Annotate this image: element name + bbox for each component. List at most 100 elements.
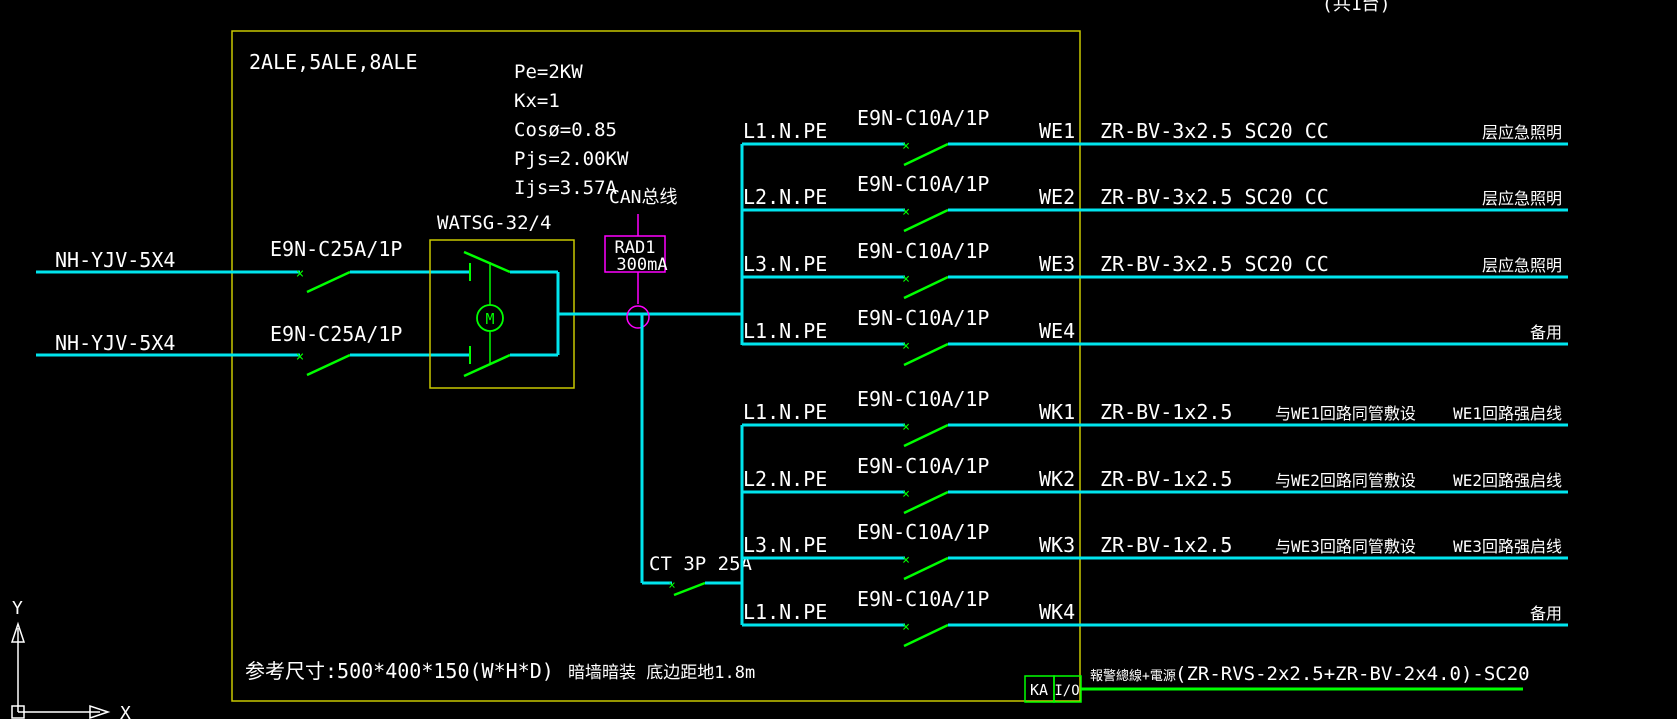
- circuit-phase: L2.N.PE: [743, 467, 827, 491]
- circuit-phase: L1.N.PE: [743, 319, 827, 343]
- top-cut-text: (共1台): [1322, 0, 1391, 15]
- param-cos: Cosø=0.85: [514, 119, 617, 141]
- breaker-cross-icon: ×: [296, 349, 304, 365]
- breaker-cross-icon: ×: [902, 487, 910, 502]
- circuit-id: WE1: [1039, 119, 1075, 143]
- circuit-cable: ZR-BV-1x2.5: [1100, 400, 1232, 424]
- breaker-switch-icon: [903, 142, 949, 167]
- breaker-cross-icon: ×: [296, 266, 304, 282]
- circuit-purpose: WE3回路强启线: [1453, 537, 1562, 556]
- circuit-breaker: E9N-C10A/1P: [857, 587, 989, 611]
- breaker-cross-icon: ×: [902, 339, 910, 354]
- circuit-cable: ZR-BV-3x2.5 SC20 CC: [1100, 252, 1329, 276]
- reference-size: 参考尺寸:500*400*150(W*H*D): [245, 659, 554, 683]
- breaker-cross-icon: ×: [902, 553, 910, 568]
- circuit-row: × L2.N.PE E9N-C10A/1P WE2 ZR-BV-3x2.5 SC20 C…: [742, 172, 1568, 233]
- breaker-cross-icon: ×: [668, 578, 675, 592]
- param-ijs: Ijs=3.57A: [514, 177, 618, 199]
- circuit-id: WE3: [1039, 252, 1075, 276]
- axis-y-label: Y: [12, 598, 23, 619]
- schematic-canvas: (共1台) 2ALE,5ALE,8ALE Pe=2KW Kx=1 Cosø=0.…: [10, 0, 1568, 719]
- param-pe: Pe=2KW: [514, 61, 583, 83]
- axis-x-label: X: [120, 703, 131, 719]
- can-label: CAN总线: [609, 187, 678, 208]
- circuit-purpose: 备用: [1530, 323, 1562, 342]
- circuit-purpose: WE2回路强启线: [1453, 471, 1562, 490]
- param-pjs: Pjs=2.00KW: [514, 148, 629, 170]
- circuit-row: × L2.N.PE E9N-C10A/1P WK2 ZR-BV-1x2.5 与WE2回路同…: [742, 454, 1568, 515]
- circuit-row: × L1.N.PE E9N-C10A/1P WK4 备用: [742, 587, 1568, 648]
- circuit-purpose: 备用: [1530, 604, 1562, 623]
- circuit-cable: ZR-BV-3x2.5 SC20 CC: [1100, 119, 1329, 143]
- circuit-breaker: E9N-C10A/1P: [857, 454, 989, 478]
- breaker-cross-icon: ×: [902, 420, 910, 435]
- breaker-switch-icon: [903, 275, 949, 300]
- incoming-feeder-1: NH-YJV-5X4 E9N-C25A/1P ×: [36, 237, 470, 294]
- panel-params: Pe=2KW Kx=1 Cosø=0.85 Pjs=2.00KW Ijs=3.5…: [514, 61, 629, 199]
- breaker-cross-icon: ×: [902, 272, 910, 287]
- breaker-switch-icon: [903, 490, 949, 515]
- breaker-cross-icon: ×: [902, 620, 910, 635]
- circuit-breaker: E9N-C10A/1P: [857, 239, 989, 263]
- circuit-id: WE2: [1039, 185, 1075, 209]
- alarm-cable: (ZR-RVS-2x2.5+ZR-BV-2x4.0)-SC20: [1175, 663, 1530, 685]
- circuit-id: WK4: [1039, 600, 1075, 624]
- circuit-phase: L1.N.PE: [743, 400, 827, 424]
- ct-switch-icon: [673, 581, 706, 597]
- rcd-module: CAN总线 RAD1 300mA: [604, 187, 678, 329]
- ct-label: CT 3P 25A: [649, 553, 753, 575]
- breaker-switch-icon: [903, 623, 949, 648]
- io-label: I/O: [1054, 683, 1079, 699]
- circuit-row: × L3.N.PE E9N-C10A/1P WE3 ZR-BV-3x2.5 SC20 C…: [742, 239, 1568, 300]
- circuit-cable: ZR-BV-1x2.5: [1100, 467, 1232, 491]
- circuit-id: WK2: [1039, 467, 1075, 491]
- param-kx: Kx=1: [514, 90, 560, 112]
- panel-name: 2ALE,5ALE,8ALE: [249, 50, 418, 74]
- circuit-phase: L1.N.PE: [743, 119, 827, 143]
- ct-branch: × CT 3P 25A: [640, 314, 753, 597]
- incoming-cable-label: NH-YJV-5X4: [55, 248, 175, 272]
- ka-label: KA: [1030, 681, 1048, 699]
- circuit-phase: L3.N.PE: [743, 252, 827, 276]
- circuit-phase: L3.N.PE: [743, 533, 827, 557]
- circuit-note: 与WE3回路同管敷设: [1275, 537, 1416, 556]
- breaker-switch-icon: [306, 270, 351, 294]
- circuit-breaker: E9N-C10A/1P: [857, 520, 989, 544]
- circuit-id: WE4: [1039, 319, 1075, 343]
- alarm-bus: KA I/O 報警總線+電源 (ZR-RVS-2x2.5+ZR-BV-2x4.0…: [1024, 663, 1530, 703]
- breaker-switch-icon: [903, 556, 949, 581]
- circuit-row: × L1.N.PE E9N-C10A/1P WE1 ZR-BV-3x2.5 SC20 C…: [742, 106, 1568, 167]
- incoming-cable-label: NH-YJV-5X4: [55, 331, 175, 355]
- breaker-cross-icon: ×: [902, 205, 910, 220]
- circuit-id: WK1: [1039, 400, 1075, 424]
- circuit-breaker: E9N-C10A/1P: [857, 172, 989, 196]
- circuit-note: 与WE1回路同管敷设: [1275, 404, 1416, 423]
- circuit-purpose: WE1回路强启线: [1453, 404, 1562, 423]
- incoming-breaker-label: E9N-C25A/1P: [270, 322, 402, 346]
- circuit-id: WK3: [1039, 533, 1075, 557]
- breaker-switch-icon: [903, 423, 949, 448]
- circuit-row: × L3.N.PE E9N-C10A/1P WK3 ZR-BV-1x2.5 与WE3回路同…: [742, 520, 1568, 581]
- circuit-phase: L1.N.PE: [743, 600, 827, 624]
- ucs-axis-icon: Y X: [10, 598, 131, 719]
- motor-label: M: [485, 310, 494, 328]
- circuit-purpose: 层应急照明: [1482, 256, 1562, 275]
- incoming-feeder-2: NH-YJV-5X4 E9N-C25A/1P ×: [36, 322, 470, 377]
- install-note: 暗墙暗装 底边距地1.8m: [568, 663, 755, 683]
- circuit-breaker: E9N-C10A/1P: [857, 106, 989, 130]
- circuit-row: × L1.N.PE E9N-C10A/1P WE4 备用: [742, 306, 1568, 367]
- circuit-row: × L1.N.PE E9N-C10A/1P WK1 ZR-BV-1x2.5 与WE1回路同…: [742, 387, 1568, 448]
- circuit-purpose: 层应急照明: [1482, 123, 1562, 142]
- rcd-rating: 300mA: [616, 255, 667, 275]
- ats-switch: WATSG-32/4 M: [429, 212, 575, 389]
- incoming-breaker-label: E9N-C25A/1P: [270, 237, 402, 261]
- breaker-cross-icon: ×: [902, 139, 910, 154]
- breaker-switch-icon: [903, 208, 949, 233]
- circuit-cable: ZR-BV-3x2.5 SC20 CC: [1100, 185, 1329, 209]
- alarm-label: 報警總線+電源: [1090, 668, 1176, 684]
- circuit-note: 与WE2回路同管敷设: [1275, 471, 1416, 490]
- rcd-sensor-icon: [626, 305, 650, 329]
- outgoing-circuits: × L1.N.PE E9N-C10A/1P WE1 ZR-BV-3x2.5 SC20 C…: [742, 106, 1568, 648]
- circuit-phase: L2.N.PE: [743, 185, 827, 209]
- ats-label: WATSG-32/4: [437, 212, 551, 234]
